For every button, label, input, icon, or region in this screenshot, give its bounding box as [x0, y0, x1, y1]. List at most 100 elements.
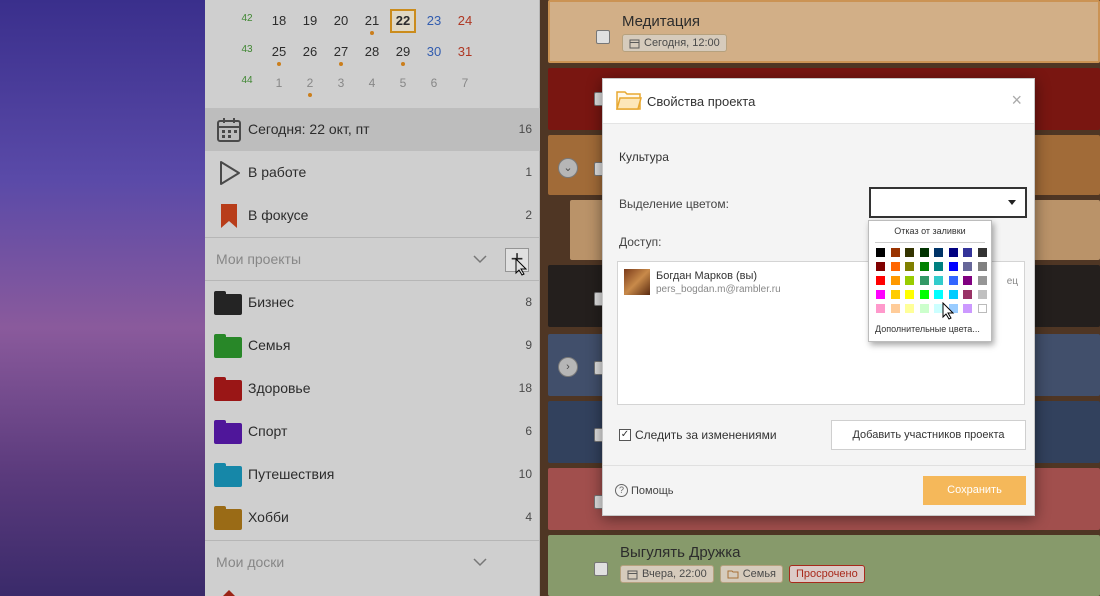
- color-swatch[interactable]: [977, 262, 987, 271]
- calendar-day[interactable]: 6: [421, 73, 447, 93]
- calendar-day[interactable]: 29: [390, 42, 416, 66]
- color-swatch[interactable]: [977, 276, 987, 285]
- calendar-day[interactable]: 26: [297, 42, 323, 62]
- color-swatch[interactable]: [934, 248, 943, 257]
- project-label: Здоровье: [248, 380, 311, 396]
- no-fill-option[interactable]: Отказ от заливки: [869, 226, 991, 236]
- color-swatch[interactable]: [963, 262, 972, 271]
- chevron-down-icon[interactable]: [473, 557, 487, 567]
- calendar-day[interactable]: 24: [452, 11, 478, 31]
- sidebar-item-label: В работе: [248, 164, 307, 180]
- color-swatch[interactable]: [905, 248, 914, 257]
- sidebar-project-item[interactable]: Хобби 4: [205, 496, 540, 539]
- board-icon: [223, 590, 235, 596]
- add-members-button[interactable]: Добавить участников проекта: [831, 420, 1026, 450]
- color-swatch[interactable]: [905, 276, 914, 285]
- calendar-day-label: 5: [399, 76, 407, 90]
- task-meditation[interactable]: Медитация Сегодня, 12:00: [548, 0, 1100, 63]
- calendar-day[interactable]: 19: [297, 11, 323, 31]
- calendar-day[interactable]: 30: [421, 42, 447, 62]
- color-swatch[interactable]: [905, 290, 914, 299]
- help-link[interactable]: Помощь: [631, 485, 674, 497]
- color-swatch[interactable]: [905, 262, 914, 271]
- save-button[interactable]: Сохранить: [923, 476, 1026, 505]
- color-swatch[interactable]: [919, 248, 929, 257]
- my-projects-header[interactable]: Мои проекты: [205, 238, 540, 281]
- calendar-day[interactable]: 31: [452, 42, 478, 62]
- color-swatch[interactable]: [919, 262, 929, 271]
- sidebar-item-in-work[interactable]: В работе 1: [205, 151, 540, 194]
- color-swatch[interactable]: [876, 304, 885, 313]
- color-swatch[interactable]: [876, 248, 885, 257]
- expand-button[interactable]: ⌄: [558, 158, 578, 178]
- color-swatch[interactable]: [919, 290, 929, 299]
- sidebar-project-item[interactable]: Спорт 6: [205, 410, 540, 453]
- calendar-day[interactable]: 21: [359, 11, 385, 35]
- due-date-chip[interactable]: Сегодня, 12:00: [622, 34, 727, 52]
- calendar-day[interactable]: 1: [266, 73, 292, 93]
- calendar-day[interactable]: 20: [328, 11, 354, 31]
- color-swatch[interactable]: [934, 290, 943, 299]
- calendar-day[interactable]: 4: [359, 73, 385, 93]
- color-swatch[interactable]: [919, 276, 929, 285]
- color-swatch[interactable]: [934, 276, 943, 285]
- color-swatch[interactable]: [963, 276, 972, 285]
- close-icon[interactable]: ×: [1011, 91, 1022, 109]
- color-swatch[interactable]: [890, 248, 900, 257]
- my-boards-header[interactable]: Мои доски: [205, 541, 540, 584]
- color-swatch[interactable]: [890, 262, 900, 271]
- calendar-day[interactable]: 5: [390, 73, 416, 93]
- due-date-chip[interactable]: Вчера, 22:00: [620, 565, 714, 583]
- color-swatch[interactable]: [890, 276, 900, 285]
- event-dot: [277, 62, 281, 66]
- sidebar-item-today[interactable]: Сегодня: 22 окт, пт 16: [205, 108, 540, 151]
- sidebar-project-item[interactable]: Бизнес 8: [205, 281, 540, 324]
- color-swatch[interactable]: [948, 276, 958, 285]
- project-chip[interactable]: Семья: [719, 565, 784, 583]
- color-swatch[interactable]: [890, 290, 900, 299]
- calendar-day[interactable]: 25: [266, 42, 292, 66]
- project-name-field[interactable]: Культура: [619, 150, 669, 164]
- calendar-day[interactable]: 7: [452, 73, 478, 93]
- color-swatch[interactable]: [948, 262, 958, 271]
- project-label: Хобби: [248, 509, 289, 525]
- calendar-day[interactable]: 2: [297, 73, 323, 97]
- week-number: 42: [241, 13, 253, 24]
- color-swatch[interactable]: [934, 262, 943, 271]
- task-checkbox[interactable]: [594, 562, 608, 576]
- sidebar-project-item[interactable]: Здоровье 18: [205, 367, 540, 410]
- calendar-day[interactable]: 23: [421, 11, 447, 31]
- calendar-day[interactable]: 3: [328, 73, 354, 93]
- calendar-day[interactable]: 28: [359, 42, 385, 62]
- task-checkbox[interactable]: [596, 30, 610, 44]
- sidebar-item-focus[interactable]: В фокусе 2: [205, 194, 540, 237]
- color-swatch[interactable]: [890, 304, 900, 313]
- color-swatch[interactable]: [977, 304, 987, 313]
- project-count: 4: [525, 510, 532, 524]
- color-swatch[interactable]: [876, 276, 885, 285]
- sidebar-project-item[interactable]: Путешествия 10: [205, 453, 540, 496]
- task-walk-dog[interactable]: Выгулять Дружка Вчера, 22:00 Семья Проср…: [548, 535, 1100, 596]
- color-swatch[interactable]: [963, 304, 972, 313]
- calendar-day[interactable]: 18: [266, 11, 292, 31]
- color-swatch[interactable]: [876, 290, 885, 299]
- expand-button[interactable]: ›: [558, 357, 578, 377]
- color-swatch[interactable]: [963, 290, 972, 299]
- help-icon[interactable]: ?: [615, 484, 628, 497]
- color-swatch[interactable]: [977, 248, 987, 257]
- sidebar-project-item[interactable]: Семья 9: [205, 324, 540, 367]
- color-select[interactable]: [869, 187, 1027, 218]
- calendar-day[interactable]: 27: [328, 42, 354, 66]
- color-swatch[interactable]: [977, 290, 987, 299]
- more-colors-option[interactable]: Дополнительные цвета...: [875, 324, 980, 334]
- color-swatch[interactable]: [919, 304, 929, 313]
- color-swatch[interactable]: [948, 290, 958, 299]
- color-swatch[interactable]: [948, 248, 958, 257]
- calendar-day-today[interactable]: 22: [390, 9, 416, 33]
- color-swatch[interactable]: [963, 248, 972, 257]
- watch-changes-checkbox[interactable]: ✓: [619, 429, 631, 441]
- color-swatch[interactable]: [905, 304, 914, 313]
- chevron-down-icon[interactable]: [473, 254, 487, 264]
- color-swatch[interactable]: [876, 262, 885, 271]
- watch-changes-label[interactable]: Следить за изменениями: [635, 428, 777, 442]
